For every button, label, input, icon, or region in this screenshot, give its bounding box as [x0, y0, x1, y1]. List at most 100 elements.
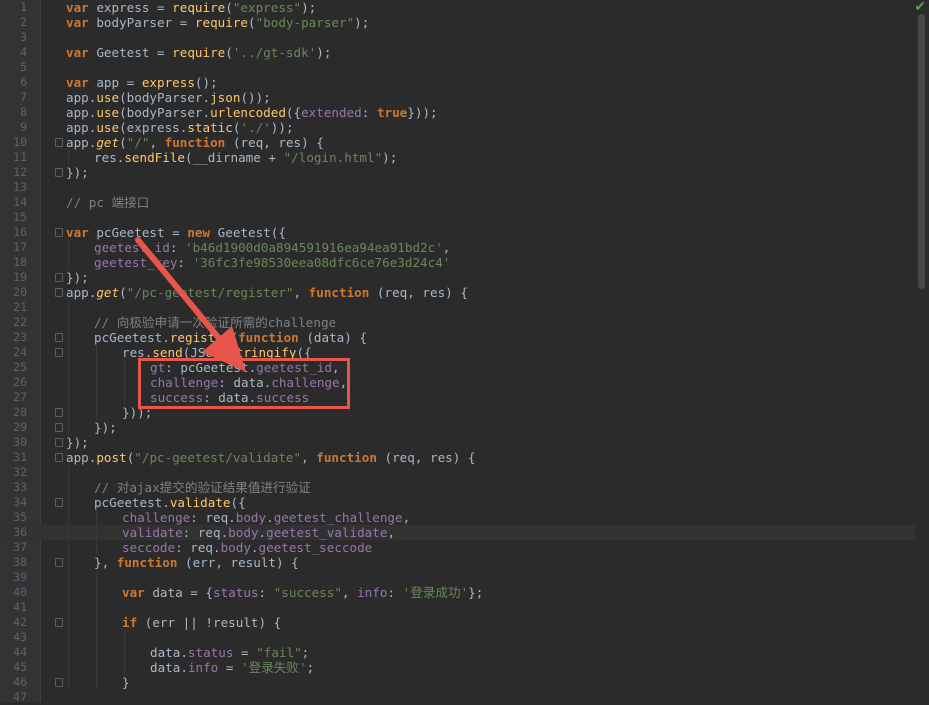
code-line[interactable]: 9 app.use(express.static('./'));	[0, 120, 929, 135]
method-token: get	[96, 135, 120, 150]
code-line[interactable]: 12});	[0, 165, 929, 180]
code-token: });	[66, 435, 89, 450]
code-line[interactable]: 13	[0, 180, 929, 195]
line-number: 16	[13, 225, 27, 239]
fold-marker-icon[interactable]	[55, 288, 63, 297]
code-token: (err, result) {	[177, 555, 299, 570]
fold-marker-icon[interactable]	[55, 168, 63, 177]
fold-marker-icon[interactable]	[55, 453, 63, 462]
property-token: status	[213, 585, 259, 600]
keyword-token: function	[308, 285, 370, 300]
method-token: require	[172, 45, 226, 60]
code-token: }));	[407, 105, 438, 120]
fold-marker-icon[interactable]	[55, 348, 63, 357]
line-number: 31	[13, 450, 27, 464]
code-line[interactable]: 20 app.get("/pc-geetest/register", functi…	[0, 285, 929, 300]
fold-marker-icon[interactable]	[55, 618, 63, 627]
line-number: 33	[13, 480, 27, 494]
code-line[interactable]: 39	[0, 570, 929, 585]
code-token: Geetest({	[210, 225, 286, 240]
code-line[interactable]: 23 pcGeetest.register(function (data) {	[0, 330, 929, 345]
fold-marker-icon[interactable]	[55, 498, 63, 507]
line-number: 17	[13, 240, 27, 254]
code-line[interactable]: 43	[0, 630, 929, 645]
code-token: (	[247, 15, 256, 30]
code-line-text: var Geetest = require('../gt-sdk');	[66, 45, 331, 60]
code-line-text: app.get("/", function (req, res) {	[66, 135, 324, 150]
code-line[interactable]: 34 pcGeetest.validate({	[0, 495, 929, 510]
string-token: './'	[240, 120, 271, 135]
fold-marker-icon[interactable]	[55, 273, 63, 282]
vertical-scrollbar-thumb[interactable]	[918, 14, 925, 289]
fold-marker-icon[interactable]	[55, 678, 63, 687]
code-line[interactable]: 44 data.status = "fail";	[0, 645, 929, 660]
fold-marker-icon[interactable]	[55, 438, 63, 447]
code-line[interactable]: 37 seccode: req.body.geetest_seccode	[0, 540, 929, 555]
check-icon: ✔	[914, 0, 926, 15]
code-line[interactable]: 6 var app = express();	[0, 75, 929, 90]
code-line[interactable]: 2 var bodyParser = require("body-parser")…	[0, 15, 929, 30]
keyword-token: var	[66, 225, 89, 240]
string-token: "/pc-geetest/validate"	[134, 450, 302, 465]
indent-guide	[96, 510, 97, 555]
code-line[interactable]: 45 data.info = '登录失败';	[0, 660, 929, 675]
code-line[interactable]: 29});	[0, 420, 929, 435]
code-token: };	[468, 585, 484, 600]
comment-token: // pc 端接口	[66, 195, 150, 210]
code-line[interactable]: 1 var express = require("express");	[0, 0, 929, 15]
code-line[interactable]: 18 geetest_key: '36fc3fe98530eea08dfc6ce7…	[0, 255, 929, 270]
code-line-text: var bodyParser = require("body-parser");	[66, 15, 369, 30]
code-line[interactable]: 16 var pcGeetest = new Geetest({	[0, 225, 929, 240]
code-line[interactable]: 14 // pc 端接口	[0, 195, 929, 210]
code-token: app.	[66, 135, 97, 150]
fold-marker-icon[interactable]	[55, 138, 63, 147]
fold-marker-icon[interactable]	[55, 423, 63, 432]
code-line[interactable]: 19});	[0, 270, 929, 285]
code-line[interactable]: 8 app.use(bodyParser.urlencoded({extended…	[0, 105, 929, 120]
code-line[interactable]: 40 var data = {status: "success", info: '…	[0, 585, 929, 600]
code-line[interactable]: 22 // 向极验申请一次验证所需的challenge	[0, 315, 929, 330]
code-line[interactable]: 46}	[0, 675, 929, 690]
code-token: =	[218, 660, 242, 675]
code-line[interactable]: 10 app.get("/", function (req, res) {	[0, 135, 929, 150]
line-number: 5	[20, 60, 27, 74]
code-line[interactable]: 33 // 对ajax提交的验证结果值进行验证	[0, 480, 929, 495]
code-token: app.	[66, 120, 97, 135]
code-line[interactable]: 41	[0, 600, 929, 615]
comment-token: // 向极验申请一次验证所需的challenge	[94, 315, 337, 330]
line-number: 22	[13, 315, 27, 329]
fold-marker-icon[interactable]	[55, 408, 63, 417]
keyword-token: function	[164, 135, 226, 150]
code-line[interactable]: 32	[0, 465, 929, 480]
fold-marker-icon[interactable]	[55, 333, 63, 342]
property-token: body	[235, 510, 267, 525]
vertical-scrollbar-track[interactable]: ✔	[914, 0, 929, 702]
line-number: 26	[13, 375, 27, 389]
code-line-text: // pc 端接口	[66, 195, 149, 210]
code-line[interactable]: 30});	[0, 435, 929, 450]
line-number: 9	[20, 120, 27, 134]
line-number: 46	[13, 675, 27, 689]
code-line[interactable]: 38}, function (err, result) {	[0, 555, 929, 570]
code-line[interactable]: 36 validate: req.body.geetest_validate,	[0, 525, 929, 540]
code-line[interactable]: 15	[0, 210, 929, 225]
property-token: info	[187, 660, 219, 675]
code-line[interactable]: 21	[0, 300, 929, 315]
code-line[interactable]: 35 challenge: req.body.geetest_challenge,	[0, 510, 929, 525]
fold-marker-icon[interactable]	[55, 228, 63, 237]
comment-token: // 对ajax提交的验证结果值进行验证	[94, 480, 311, 495]
fold-marker-icon[interactable]	[55, 558, 63, 567]
code-line[interactable]: 7 app.use(bodyParser.json());	[0, 90, 929, 105]
code-token: :	[258, 585, 274, 600]
code-line[interactable]: 3	[0, 30, 929, 45]
code-line[interactable]: 17 geetest_id: 'b46d1900d0a894591916ea94e…	[0, 240, 929, 255]
code-line[interactable]: 31 app.post("/pc-geetest/validate", funct…	[0, 450, 929, 465]
code-line[interactable]: 5	[0, 60, 929, 75]
code-editor[interactable]: 1 var express = require("express"); 2 var b…	[0, 0, 929, 705]
code-line[interactable]: 4 var Geetest = require('../gt-sdk');	[0, 45, 929, 60]
code-line[interactable]: 11 res.sendFile(__dirname + "/login.html"…	[0, 150, 929, 165]
string-token: "/pc-geetest/register"	[126, 285, 294, 300]
code-line[interactable]: 42 if (err || !result) {	[0, 615, 929, 630]
line-number: 7	[20, 90, 27, 104]
code-line[interactable]: 47	[0, 690, 929, 705]
